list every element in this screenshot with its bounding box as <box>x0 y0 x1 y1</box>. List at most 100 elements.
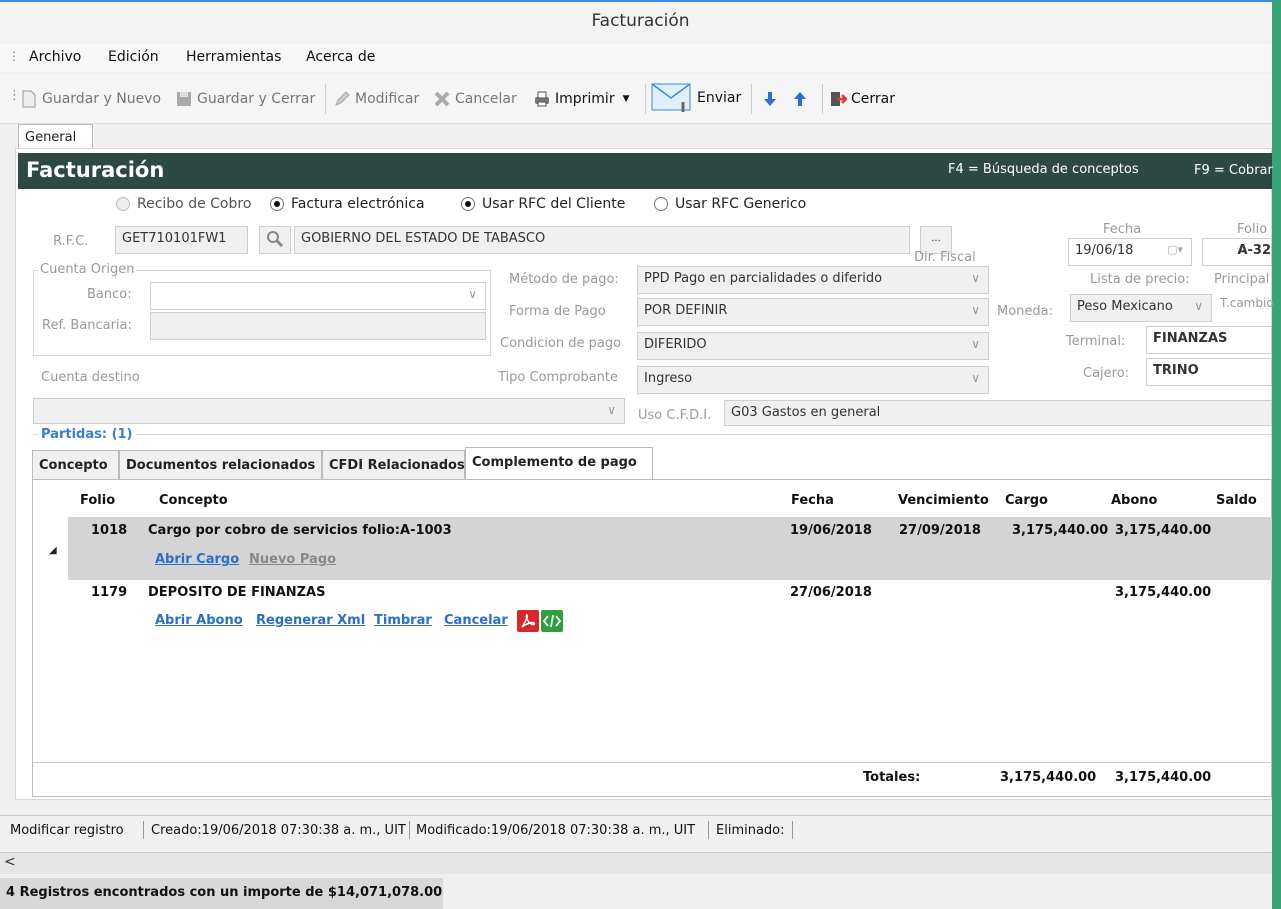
col-vencimiento[interactable]: Vencimiento <box>898 493 989 508</box>
window-title: Facturación <box>591 11 690 31</box>
status-created: Creado:19/06/2018 07:30:38 a. m., UIT <box>151 823 406 838</box>
hint-f9: F9 = Cobrar <box>1194 163 1273 178</box>
lista-precio-label: Lista de precio: <box>1090 272 1190 287</box>
moneda-label: Moneda: <box>997 304 1054 319</box>
radio-circle <box>270 197 284 211</box>
window-edge <box>1272 0 1281 909</box>
banco-select[interactable] <box>150 282 486 310</box>
partidas-divider <box>33 434 1272 435</box>
fecha-field[interactable]: 19/06/18 ▢▾ <box>1068 238 1192 266</box>
ref-bancaria-label: Ref. Bancaria: <box>42 318 132 333</box>
pdf-icon[interactable] <box>517 610 539 632</box>
title-bar: Facturación <box>0 0 1281 42</box>
radio-rfc-generico[interactable]: Usar RFC Generico <box>654 196 806 212</box>
chevron-down-icon[interactable]: ▼ <box>623 94 630 104</box>
arrow-down-icon <box>764 92 776 106</box>
col-concepto[interactable]: Concepto <box>159 493 228 508</box>
tab-cfdi-relacionados[interactable]: CFDI Relacionados <box>322 450 465 480</box>
uso-cfdi-label: Uso C.F.D.I. <box>638 408 712 423</box>
metodo-pago-select[interactable]: PPD Pago en parcialidades o diferido <box>637 266 989 294</box>
cajero-field[interactable]: TRINO <box>1146 358 1272 386</box>
hint-f4: F4 = Búsqueda de conceptos <box>948 162 1139 177</box>
forma-pago-label: Forma de Pago <box>509 304 606 319</box>
send-button[interactable]: Enviar <box>651 78 741 118</box>
menu-acerca-de[interactable]: Acerca de <box>306 49 375 65</box>
send-label: Enviar <box>697 90 742 106</box>
radio-factura-electronica[interactable]: Factura electrónica <box>270 196 425 212</box>
row-fecha: 19/06/2018 <box>790 523 872 538</box>
nuevo-pago-link[interactable]: Nuevo Pago <box>249 552 336 567</box>
close-button[interactable]: Cerrar <box>829 87 895 111</box>
col-cargo[interactable]: Cargo <box>1005 493 1048 508</box>
row-indicator-icon: ◢ <box>49 545 57 556</box>
dir-fiscal-label: Dir. Fiscal <box>914 250 976 265</box>
printer-icon <box>535 91 549 107</box>
status-separator <box>708 821 709 839</box>
rfc-field[interactable]: GET710101FW1 <box>115 226 248 254</box>
chevron-left-icon[interactable]: < <box>4 854 16 870</box>
save-new-button[interactable]: Guardar y Nuevo <box>20 87 161 111</box>
totals-divider <box>33 762 1272 763</box>
menu-herramientas[interactable]: Herramientas <box>186 49 281 65</box>
col-folio[interactable]: Folio <box>80 493 115 508</box>
partidas-label: Partidas: (1) <box>38 427 136 442</box>
terminal-field[interactable]: FINANZAS <box>1146 326 1272 354</box>
xml-icon[interactable] <box>541 610 563 632</box>
uso-cfdi-field[interactable]: G03 Gastos en general <box>724 400 1272 426</box>
save-close-button[interactable]: Guardar y Cerrar <box>175 87 315 111</box>
horizontal-scrollbar[interactable]: < <box>0 852 1272 874</box>
search-button[interactable] <box>259 226 291 254</box>
toolbar-separator <box>645 84 646 114</box>
radio-rfc-cliente[interactable]: Usar RFC del Cliente <box>461 196 625 212</box>
tab-general[interactable]: General <box>18 124 93 150</box>
x-icon <box>434 91 450 107</box>
calendar-icon[interactable]: ▢▾ <box>1167 243 1183 256</box>
abrir-abono-link[interactable]: Abrir Abono <box>155 613 243 628</box>
cancelar-link[interactable]: Cancelar <box>444 613 508 628</box>
regenerar-xml-link[interactable]: Regenerar Xml <box>256 613 365 628</box>
banco-label: Banco: <box>87 287 132 302</box>
modify-button[interactable]: Modificar <box>333 87 419 111</box>
col-fecha[interactable]: Fecha <box>791 493 834 508</box>
status-deleted: Eliminado: <box>716 823 785 838</box>
move-up-button[interactable] <box>791 87 809 111</box>
search-icon <box>267 231 284 248</box>
col-saldo[interactable]: Saldo <box>1216 493 1257 508</box>
tipo-comprobante-select[interactable]: Ingreso <box>637 366 989 394</box>
print-button[interactable]: Imprimir ▼ <box>533 87 630 111</box>
ref-bancaria-field[interactable] <box>150 312 486 340</box>
total-abono: 3,175,440.00 <box>1115 770 1212 785</box>
folio-field[interactable]: A-32 <box>1202 238 1272 266</box>
tab-concepto[interactable]: Concepto <box>32 450 119 480</box>
save-close-label: Guardar y Cerrar <box>197 91 316 107</box>
col-abono[interactable]: Abono <box>1111 493 1157 508</box>
document-icon <box>22 90 36 108</box>
row-concepto: Cargo por cobro de servicios folio:A-100… <box>148 523 452 538</box>
tab-complemento-pago[interactable]: Complemento de pago <box>465 447 653 480</box>
envelope-icon <box>651 83 691 112</box>
forma-pago-select[interactable]: POR DEFINIR <box>637 298 989 326</box>
move-down-button[interactable] <box>761 87 779 111</box>
menu-edicion[interactable]: Edición <box>108 49 159 65</box>
cuenta-destino-select[interactable] <box>33 398 625 424</box>
radio-label: Usar RFC del Cliente <box>482 196 626 212</box>
menu-archivo[interactable]: Archivo <box>29 49 81 65</box>
toolbar-separator <box>751 84 752 114</box>
timbrar-link[interactable]: Timbrar <box>374 613 432 628</box>
radio-recibo-cobro[interactable]: Recibo de Cobro <box>116 196 251 212</box>
client-name-field[interactable]: GOBIERNO DEL ESTADO DE TABASCO <box>294 226 910 254</box>
tab-documentos-relacionados[interactable]: Documentos relacionados <box>119 450 322 480</box>
lista-precio-value[interactable]: Principal <box>1214 272 1269 287</box>
totals-label: Totales: <box>863 770 921 785</box>
status-separator <box>143 821 144 839</box>
tcambio-label: T.cambio <box>1220 296 1274 310</box>
row-concepto: DEPOSITO DE FINANZAS <box>148 585 326 600</box>
cancel-button[interactable]: Cancelar <box>433 87 517 111</box>
page-title: Facturación <box>26 158 165 182</box>
abrir-cargo-link[interactable]: Abrir Cargo <box>155 552 239 567</box>
radio-circle <box>461 197 475 211</box>
condicion-pago-select[interactable]: DIFERIDO <box>637 332 989 360</box>
exit-icon <box>831 92 847 106</box>
cancel-label: Cancelar <box>455 91 517 107</box>
moneda-select[interactable]: Peso Mexicano <box>1070 294 1212 322</box>
